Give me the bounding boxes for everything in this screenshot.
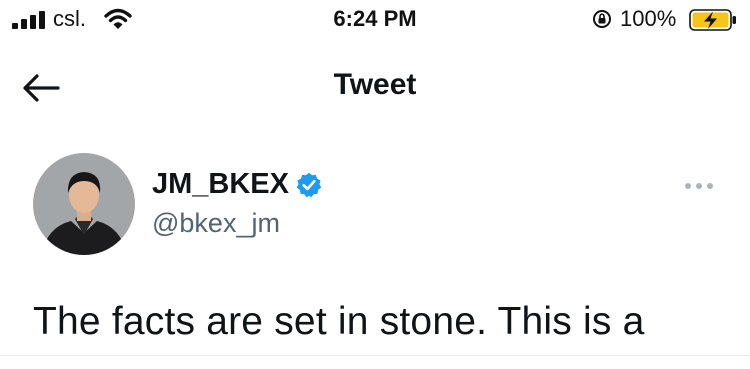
status-bar: csl. 6:24 PM 100% [0, 0, 750, 40]
tweet-author-header: JM_BKEX @bkex_jm [0, 150, 750, 260]
display-name[interactable]: JM_BKEX [152, 168, 289, 201]
avatar[interactable] [33, 153, 135, 255]
display-name-row: JM_BKEX [152, 168, 323, 201]
more-options-icon[interactable] [683, 180, 715, 192]
navigation-bar: Tweet [0, 60, 750, 110]
page-title: Tweet [333, 68, 417, 101]
user-handle[interactable]: @bkex_jm [152, 208, 280, 239]
avatar-photo [33, 153, 135, 255]
tweet-text: The facts are set in stone. This is a [33, 300, 645, 343]
verified-badge-icon [296, 172, 322, 197]
divider [0, 355, 750, 356]
battery-charging-icon [689, 9, 736, 31]
battery-percentage: 100% [620, 6, 677, 31]
orientation-lock-icon [593, 10, 611, 28]
